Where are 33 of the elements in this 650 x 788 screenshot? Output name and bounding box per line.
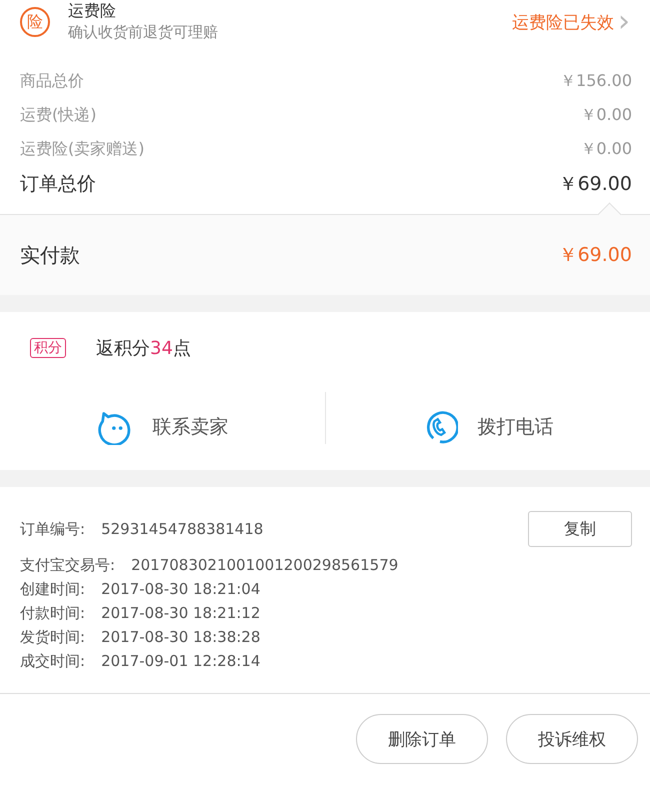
price-value: ￥0.00 — [580, 138, 632, 160]
info-value: 2017-09-01 12:28:14 — [101, 652, 262, 670]
insurance-subtitle: 确认收货前退货可理赔 — [68, 22, 219, 43]
price-label: 运费(快递) — [20, 104, 96, 126]
chat-bubble-icon — [96, 409, 132, 445]
order-action-button[interactable]: 删除订单 — [356, 714, 488, 764]
info-value: 2017-08-30 18:38:28 — [101, 628, 262, 646]
price-label: 运费险(卖家赠送) — [20, 138, 144, 160]
insurance-badge-icon: 险 — [20, 7, 50, 37]
info-value: 2017083021001001200298561579 — [131, 556, 400, 574]
price-value: ￥69.00 — [558, 172, 632, 197]
order-action-button[interactable]: 投诉维权 — [506, 714, 638, 764]
price-label: 订单总价 — [20, 172, 96, 197]
info-label: 支付宝交易号: — [20, 556, 116, 574]
call-button[interactable]: 拨打电话 — [325, 384, 650, 470]
price-value: ￥0.00 — [580, 104, 632, 126]
info-label: 成交时间: — [20, 652, 86, 670]
info-value: 2017-08-30 18:21:04 — [101, 580, 262, 598]
price-value: ￥156.00 — [560, 70, 632, 92]
info-label: 创建时间: — [20, 580, 86, 598]
copy-button[interactable]: 复制 — [528, 511, 632, 547]
info-value: 52931454788381418 — [101, 520, 264, 538]
points-tag: 积分 — [30, 338, 66, 358]
contact-seller-button[interactable]: 联系卖家 — [0, 384, 325, 470]
price-label: 商品总价 — [20, 70, 84, 92]
insurance-title: 运费险 — [68, 1, 117, 21]
info-value: 2017-08-30 18:21:12 — [101, 604, 262, 622]
points-text: 返积分34点 — [96, 337, 191, 360]
info-label: 订单编号: — [20, 520, 86, 538]
info-label: 付款时间: — [20, 604, 86, 622]
paid-label: 实付款 — [20, 242, 80, 268]
paid-amount: ￥69.00 — [558, 243, 632, 268]
info-label: 发货时间: — [20, 628, 86, 646]
